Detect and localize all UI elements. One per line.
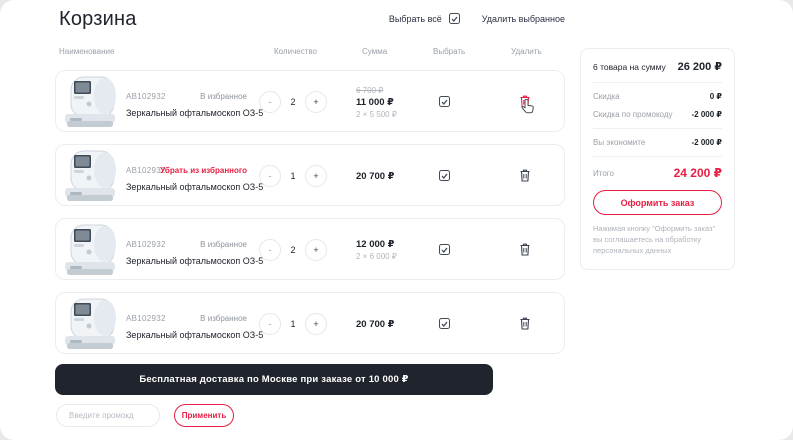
cart-item-row: AB102932 В избранное Зеркальный офтальмо… — [55, 218, 565, 280]
product-image — [62, 148, 120, 204]
quantity-stepper: - 2 + — [259, 91, 327, 113]
product-image — [62, 74, 120, 130]
banner-text: Бесплатная доставка по Москве при заказе… — [139, 374, 408, 385]
free-delivery-banner: Бесплатная доставка по Москве при заказе… — [55, 364, 493, 395]
quantity-stepper: - 1 + — [259, 165, 327, 187]
column-delete: Удалить — [511, 47, 542, 56]
summary-total-row: Итого 24 200 ₽ — [593, 166, 722, 180]
quantity-increase-button[interactable]: + — [305, 91, 327, 113]
total-value: 24 200 ₽ — [674, 166, 722, 180]
delete-selected-button[interactable]: Удалить выбранное — [482, 14, 565, 24]
savings-value: -2 000 ₽ — [692, 138, 722, 147]
quantity-decrease-button[interactable]: - — [259, 313, 281, 335]
quantity-value: 1 — [281, 313, 305, 335]
check-icon — [441, 247, 448, 253]
summary-promo-discount-row: Скидка по промокоду -2 000 ₽ — [593, 110, 722, 119]
cart-item-row: AB102932 В избранное Зеркальный офтальмо… — [55, 292, 565, 354]
quantity-value: 2 — [281, 239, 305, 261]
column-select: Выбрать — [433, 47, 465, 56]
select-all-control[interactable]: Выбрать всё — [389, 13, 460, 24]
quantity-value: 2 — [281, 91, 305, 113]
summary-count-row: 6 товара на сумму 26 200 ₽ — [593, 60, 722, 83]
delete-item-button[interactable] — [520, 169, 530, 187]
item-name: Зеркальный офтальмоскоп ОЗ-5 — [126, 256, 263, 266]
quantity-stepper: - 1 + — [259, 313, 327, 335]
apply-promo-button[interactable]: Применить — [174, 404, 234, 427]
summary-discount-row: Скидка 0 ₽ — [593, 92, 722, 101]
item-select-checkbox[interactable] — [439, 318, 450, 329]
item-old-price: 6 700 ₽ — [356, 86, 436, 95]
quantity-increase-button[interactable]: + — [305, 239, 327, 261]
price-block: 6 700 ₽ 11 000 ₽ 2 × 5 500 ₽ — [356, 71, 436, 133]
favorite-toggle[interactable]: Убрать из избранного — [126, 166, 247, 175]
item-name: Зеркальный офтальмоскоп ОЗ-5 — [126, 330, 263, 340]
item-name: Зеркальный офтальмоскоп ОЗ-5 — [126, 182, 263, 192]
cart-items: AB102932 В избранное Зеркальный офтальмо… — [55, 70, 565, 354]
total-label: Итого — [593, 169, 614, 178]
price-block: 20 700 ₽ — [356, 145, 436, 207]
quantity-value: 1 — [281, 165, 305, 187]
select-all-label: Выбрать всё — [389, 14, 442, 24]
checkout-button[interactable]: Оформить заказ — [593, 190, 722, 215]
favorite-toggle[interactable]: В избранное — [126, 314, 247, 323]
item-price-detail: 2 × 5 500 ₽ — [356, 110, 436, 119]
item-price: 11 000 ₽ — [356, 97, 436, 108]
column-sum: Сумма — [362, 47, 387, 56]
delete-item-button[interactable] — [520, 317, 530, 335]
quantity-decrease-button[interactable]: - — [259, 165, 281, 187]
item-select-checkbox[interactable] — [439, 244, 450, 255]
order-summary: 6 товара на сумму 26 200 ₽ Скидка 0 ₽ Ск… — [580, 48, 735, 270]
promo-discount-label: Скидка по промокоду — [593, 110, 672, 119]
promo-discount-value: -2 000 ₽ — [692, 110, 722, 119]
quantity-decrease-button[interactable]: - — [259, 91, 281, 113]
summary-divider — [593, 128, 722, 129]
savings-label: Вы экономите — [593, 138, 645, 147]
check-icon — [441, 173, 448, 179]
delete-item-button[interactable] — [520, 243, 530, 261]
check-icon — [441, 99, 448, 105]
column-name: Наименование — [59, 47, 114, 56]
discount-value: 0 ₽ — [710, 92, 722, 101]
product-image — [62, 296, 120, 352]
summary-savings-row: Вы экономите -2 000 ₽ — [593, 138, 722, 147]
cart-page: Корзина Выбрать всё Удалить выбранное На… — [0, 0, 793, 440]
trash-icon — [520, 243, 530, 256]
item-price: 20 700 ₽ — [356, 171, 436, 182]
summary-count-total: 26 200 ₽ — [678, 60, 722, 73]
favorite-toggle[interactable]: В избранное — [126, 92, 247, 101]
quantity-stepper: - 2 + — [259, 239, 327, 261]
quantity-decrease-button[interactable]: - — [259, 239, 281, 261]
item-select-checkbox[interactable] — [439, 96, 450, 107]
checkout-disclaimer: Нажимая кнопку "Оформить заказ" вы согла… — [593, 224, 722, 257]
cart-item-row: AB102932 В избранное Зеркальный офтальмо… — [55, 70, 565, 132]
column-quantity: Количество — [274, 47, 317, 56]
item-price-detail: 2 × 6 000 ₽ — [356, 252, 436, 261]
delete-item-button[interactable] — [520, 95, 530, 113]
price-block: 12 000 ₽ 2 × 6 000 ₽ — [356, 219, 436, 281]
check-icon — [451, 16, 458, 22]
price-block: 20 700 ₽ — [356, 293, 436, 355]
page-title: Корзина — [59, 8, 137, 31]
item-select-checkbox[interactable] — [439, 170, 450, 181]
trash-icon — [520, 169, 530, 182]
item-name: Зеркальный офтальмоскоп ОЗ-5 — [126, 108, 263, 118]
promo-code-input[interactable] — [56, 404, 160, 427]
top-controls: Выбрать всё Удалить выбранное — [389, 13, 565, 24]
trash-icon — [520, 95, 530, 108]
summary-divider — [593, 156, 722, 157]
item-price: 12 000 ₽ — [356, 239, 436, 250]
item-price: 20 700 ₽ — [356, 319, 436, 330]
trash-icon — [520, 317, 530, 330]
summary-count-label: 6 товара на сумму — [593, 62, 666, 72]
product-image — [62, 222, 120, 278]
quantity-increase-button[interactable]: + — [305, 165, 327, 187]
discount-label: Скидка — [593, 92, 620, 101]
quantity-increase-button[interactable]: + — [305, 313, 327, 335]
cart-item-row: AB102932 Убрать из избранного Зеркальный… — [55, 144, 565, 206]
favorite-toggle[interactable]: В избранное — [126, 240, 247, 249]
select-all-checkbox[interactable] — [449, 13, 460, 24]
check-icon — [441, 321, 448, 327]
